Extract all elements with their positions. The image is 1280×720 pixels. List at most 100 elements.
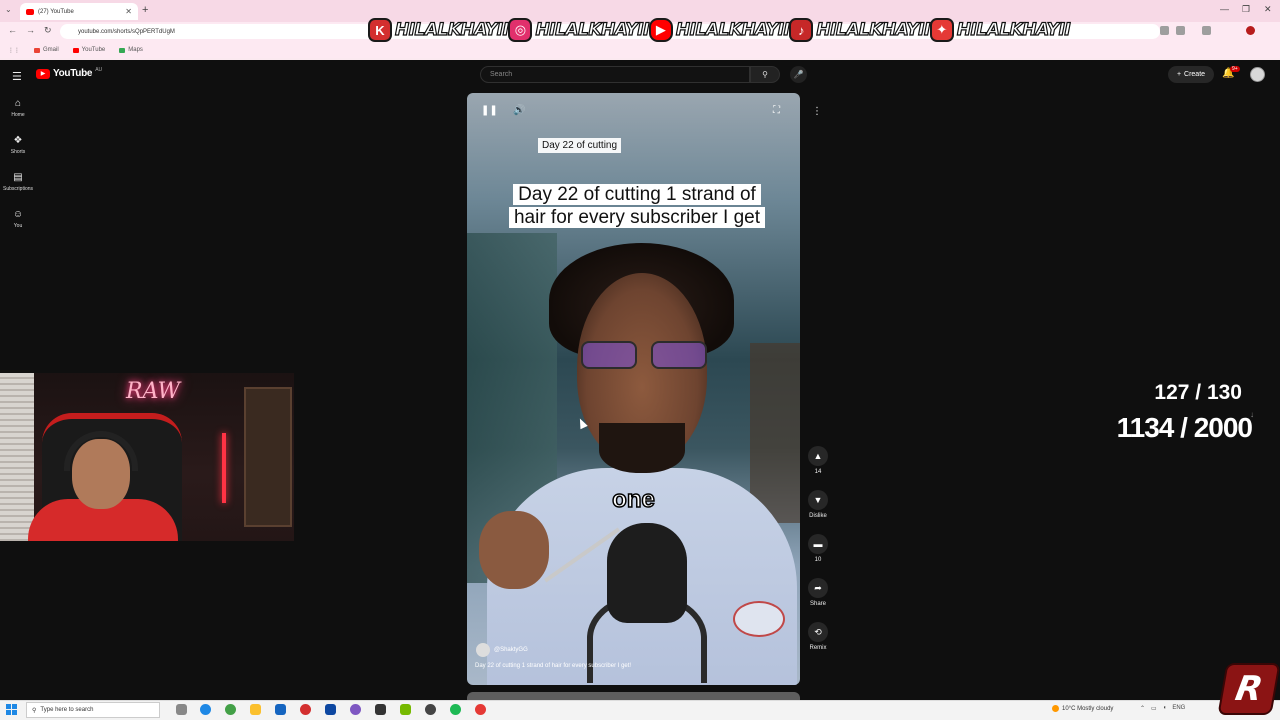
youtube-logo[interactable]: ▶ YouTube AU: [36, 66, 103, 79]
new-tab-button[interactable]: +: [142, 4, 148, 16]
volume-tray-icon[interactable]: ◖: [1163, 705, 1167, 712]
forward-icon[interactable]: →: [26, 25, 35, 35]
video-caption: Day 22 of cutting 1 strand of hair for e…: [501, 183, 773, 229]
glasses-lens: [581, 341, 637, 369]
bookmark-maps[interactable]: Maps: [119, 47, 143, 53]
channel-name[interactable]: @ShaktyGG: [494, 647, 528, 653]
social-tiktok: ♪ HILALKHAYII: [789, 18, 931, 42]
start-button[interactable]: [6, 704, 17, 715]
social-banner: K HILALKHAYII ◎ HILALKHAYII ▶ HILALKHAYI…: [368, 14, 1071, 46]
apps-grid-icon[interactable]: ⋮⋮: [8, 47, 20, 54]
task-view-icon[interactable]: [176, 704, 187, 715]
voice-search-button[interactable]: 🎤: [790, 66, 807, 83]
channel-avatar[interactable]: [476, 643, 490, 657]
taskbar-search-input[interactable]: ⚲ Type here to search: [26, 702, 160, 718]
obs-icon[interactable]: [375, 704, 386, 715]
instagram-icon: ◎: [508, 18, 533, 42]
country-code: AU: [95, 66, 103, 73]
social-handle: HILALKHAYII: [816, 19, 931, 40]
sidebar-item-label: Shorts: [10, 149, 26, 155]
search-button[interactable]: ⚲: [750, 66, 780, 83]
language-indicator[interactable]: ENG: [1172, 705, 1185, 712]
social-kick: K HILALKHAYII: [368, 18, 510, 42]
sidebar-item-shorts[interactable]: ❖ Shorts: [0, 135, 36, 155]
chrome-icon[interactable]: [225, 704, 236, 715]
account-avatar[interactable]: [1250, 67, 1265, 82]
reload-icon[interactable]: ↻: [44, 25, 52, 36]
like-button[interactable]: ▲ 14: [806, 446, 830, 475]
profile-icon[interactable]: [1246, 26, 1255, 35]
social-twitter: ✦ HILALKHAYII: [929, 18, 1071, 42]
fullscreen-icon[interactable]: ⛶: [773, 105, 780, 116]
app-icon[interactable]: [425, 704, 436, 715]
tiktok-icon: ♪: [789, 18, 814, 42]
restore-icon[interactable]: ❐: [1242, 4, 1250, 15]
minimize-icon[interactable]: —: [1220, 4, 1229, 14]
person-glasses: [581, 341, 709, 369]
more-options-icon[interactable]: ⋮: [812, 106, 822, 117]
chrome-active-icon[interactable]: [475, 704, 486, 715]
bookmark-gmail[interactable]: Gmail: [34, 47, 59, 53]
back-icon[interactable]: ←: [8, 25, 17, 35]
pause-icon[interactable]: ❚❚: [481, 105, 498, 116]
social-youtube: ▶ HILALKHAYII: [648, 18, 790, 42]
home-icon: ⌂: [14, 98, 22, 109]
like-count: 14: [814, 469, 822, 475]
app-icon[interactable]: [300, 704, 311, 715]
bookmark-star-icon[interactable]: [1176, 26, 1185, 35]
subscriptions-icon: ▤: [13, 172, 23, 183]
studio-microphone: [607, 523, 687, 623]
twitter-icon: ✦: [929, 18, 954, 42]
hamburger-menu-icon[interactable]: ☰: [12, 70, 22, 83]
tab-search-icon[interactable]: ⌄: [5, 5, 12, 14]
store-icon[interactable]: [275, 704, 286, 715]
extensions-icon[interactable]: [1202, 26, 1211, 35]
search-icon: ⚲: [762, 70, 768, 79]
video-description[interactable]: Day 22 of cutting 1 strand of hair for e…: [475, 663, 631, 669]
sidebar-item-subscriptions[interactable]: ▤ Subscriptions: [0, 172, 36, 192]
glasses-lens: [651, 341, 707, 369]
sidebar-item-label: Home: [11, 112, 25, 118]
discord-icon[interactable]: [350, 704, 361, 715]
channel-row[interactable]: @ShaktyGG: [476, 643, 528, 657]
shorts-video-player[interactable]: ❚❚ 🔊 ⛶ Day 22 of cutting Day 22 of cutti…: [467, 93, 800, 685]
file-explorer-icon[interactable]: [250, 704, 261, 715]
video-title-overlay: Day 22 of cutting: [538, 138, 622, 153]
close-window-icon[interactable]: ✕: [1264, 4, 1272, 15]
social-handle: HILALKHAYII: [535, 19, 650, 40]
maps-icon: [119, 47, 126, 53]
sidebar-item-you[interactable]: ☺ You: [0, 209, 36, 229]
steam-icon[interactable]: [325, 704, 336, 715]
scroll-down-icon[interactable]: ↓: [1250, 410, 1254, 419]
person-hand: [479, 511, 549, 589]
remix-button[interactable]: ⟲ Remix: [806, 622, 830, 651]
close-tab-icon[interactable]: ✕: [125, 7, 132, 16]
sidebar-item-home[interactable]: ⌂ Home: [0, 98, 36, 118]
browser-tab[interactable]: (27) YouTube ✕: [20, 3, 138, 20]
sidebar-item-label: You: [13, 223, 23, 229]
cast-icon[interactable]: [1160, 26, 1169, 35]
bookmark-youtube[interactable]: YouTube: [72, 47, 105, 53]
weather-widget[interactable]: 10°C Mostly cloudy: [1052, 705, 1113, 712]
volume-icon[interactable]: 🔊: [513, 105, 525, 116]
edge-icon[interactable]: [200, 704, 211, 715]
social-handle: HILALKHAYII: [675, 19, 790, 40]
shorts-icon: ❖: [13, 135, 23, 146]
network-icon[interactable]: ▭: [1151, 705, 1157, 712]
tray-chevron-icon[interactable]: ⌃: [1140, 705, 1145, 712]
create-button[interactable]: + Create: [1168, 66, 1214, 83]
social-handle: HILALKHAYII: [956, 19, 1071, 40]
youtube-icon: ▶: [648, 18, 673, 42]
sidebar-item-label: Subscriptions: [2, 186, 33, 192]
system-tray[interactable]: ⌃ ▭ ◖ ENG: [1140, 705, 1185, 712]
share-button[interactable]: ➦ Share: [806, 578, 830, 607]
search-input[interactable]: Search: [480, 66, 750, 83]
nvidia-icon[interactable]: [400, 704, 411, 715]
spotify-icon[interactable]: [450, 704, 461, 715]
comments-button[interactable]: ▬ 10: [806, 534, 830, 563]
like-icon: ▲: [808, 446, 828, 466]
dislike-button[interactable]: ▼ Dislike: [806, 490, 830, 519]
social-handle: HILALKHAYII: [394, 19, 509, 40]
social-instagram: ◎ HILALKHAYII: [508, 18, 650, 42]
dislike-icon: ▼: [808, 490, 828, 510]
